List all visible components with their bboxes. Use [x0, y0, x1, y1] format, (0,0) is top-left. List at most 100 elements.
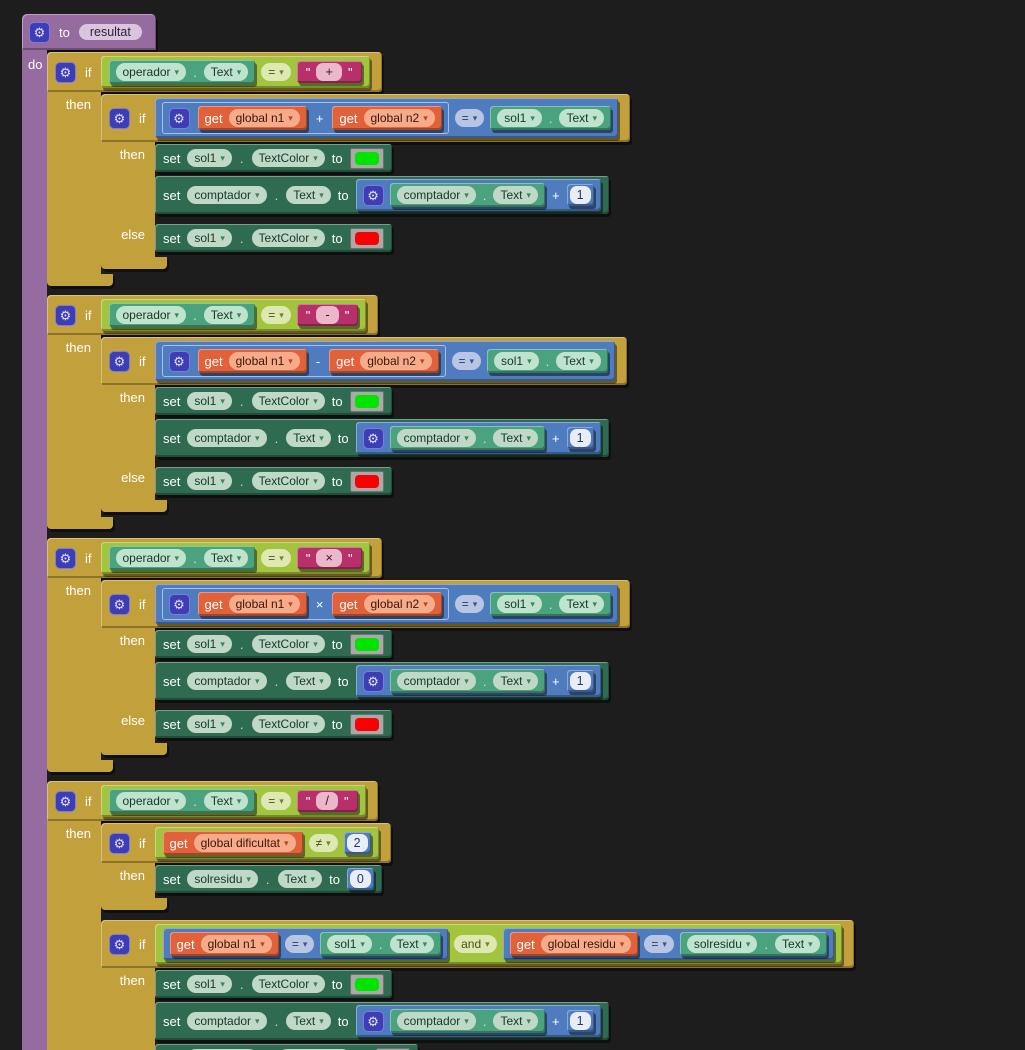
property-dropdown[interactable]: Text: [390, 935, 435, 953]
blocks-canvas[interactable]: ⚙ to resultat do ⚙ if operador . Te: [0, 0, 1025, 1050]
component-dropdown[interactable]: comptador: [187, 429, 266, 447]
component-property-block[interactable]: sol1 . Text: [490, 592, 611, 616]
compare-operator-dropdown[interactable]: =: [455, 595, 485, 613]
text-value-field[interactable]: ×: [316, 549, 342, 567]
property-dropdown[interactable]: Text: [278, 870, 323, 888]
component-dropdown[interactable]: comptador: [397, 186, 476, 204]
color-block-red[interactable]: [350, 714, 384, 735]
set-property-block[interactable]: set sol1 . TextColor to: [155, 224, 392, 252]
color-block-red[interactable]: [350, 228, 384, 249]
property-dropdown[interactable]: TextColor: [252, 975, 325, 993]
gear-icon[interactable]: ⚙: [169, 351, 190, 372]
math-compare-block[interactable]: get global residu = solresidu . Text: [503, 928, 834, 960]
if-block-minus[interactable]: ⚙ if operador . Text = " -: [47, 295, 627, 529]
color-block-green[interactable]: [350, 391, 384, 412]
set-property-block[interactable]: set sol1 . TextColor to: [155, 467, 392, 495]
property-dropdown[interactable]: TextColor: [252, 229, 325, 247]
variable-dropdown[interactable]: global n2: [364, 595, 435, 613]
property-dropdown[interactable]: Text: [204, 549, 249, 567]
gear-icon[interactable]: ⚙: [55, 548, 76, 569]
property-dropdown[interactable]: TextColor: [252, 392, 325, 410]
gear-icon[interactable]: ⚙: [109, 351, 130, 372]
compare-operator-dropdown[interactable]: =: [285, 935, 315, 953]
variable-dropdown[interactable]: global n1: [229, 109, 300, 127]
if-header[interactable]: ⚙ if ⚙ get global n1: [101, 580, 630, 628]
compare-operator-dropdown[interactable]: =: [261, 792, 291, 810]
math-compare-block[interactable]: ⚙ get global n1 + get: [155, 98, 619, 138]
number-field[interactable]: 1: [570, 186, 591, 204]
if-header[interactable]: ⚙ if operador . Text = " -: [47, 295, 378, 335]
property-dropdown[interactable]: Text: [556, 352, 601, 370]
component-dropdown[interactable]: sol1: [187, 149, 232, 167]
text-string-block[interactable]: " / ": [297, 790, 358, 812]
inner-if-and[interactable]: ⚙ if get global n1 =: [101, 920, 854, 1050]
number-block[interactable]: 1: [567, 427, 594, 449]
compare-operator-dropdown[interactable]: =: [261, 63, 291, 81]
set-property-block[interactable]: set sol1 . TextColor to: [155, 144, 392, 172]
number-field[interactable]: 1: [570, 672, 591, 690]
get-variable-block[interactable]: get global n1: [198, 592, 307, 616]
gear-icon[interactable]: ⚙: [363, 671, 384, 692]
component-property-block[interactable]: sol1 . Text: [320, 932, 441, 956]
component-dropdown[interactable]: sol1: [494, 352, 539, 370]
text-value-field[interactable]: +: [316, 63, 342, 81]
compare-operator-dropdown[interactable]: =: [455, 109, 485, 127]
get-variable-block[interactable]: get global dificultat: [163, 831, 303, 855]
inner-if-block[interactable]: ⚙ if ⚙ get global n1: [101, 580, 630, 755]
gear-icon[interactable]: ⚙: [109, 108, 130, 129]
variable-dropdown[interactable]: global n1: [229, 352, 300, 370]
color-block-green[interactable]: [350, 974, 384, 995]
set-property-block[interactable]: set comptador . Text to ⚙: [155, 419, 609, 457]
inner-if-dificultat[interactable]: ⚙ if get global dificultat ≠ 2: [101, 823, 391, 910]
math-compare-block[interactable]: ⚙ get global n1 - get: [155, 341, 615, 381]
property-dropdown[interactable]: Text: [493, 429, 538, 447]
logic-compare-block[interactable]: operador . Text = " / ": [101, 785, 366, 817]
if-header[interactable]: ⚙ if operador . Text = " /: [47, 781, 378, 821]
variable-dropdown[interactable]: global n2: [360, 352, 431, 370]
component-dropdown[interactable]: comptador: [187, 186, 266, 204]
number-block[interactable]: 2: [344, 832, 371, 854]
text-string-block[interactable]: " + ": [297, 61, 362, 83]
gear-icon[interactable]: ⚙: [55, 791, 76, 812]
set-property-block[interactable]: set comptador . Text to ⚙: [155, 662, 609, 700]
procedure-block-resultat[interactable]: ⚙ to resultat do ⚙ if operador . Te: [22, 14, 854, 1050]
component-dropdown[interactable]: operador: [116, 549, 187, 567]
component-dropdown[interactable]: sol1: [497, 595, 542, 613]
number-field[interactable]: 2: [347, 834, 368, 852]
set-property-block[interactable]: set comptador . Text to ⚙: [155, 1002, 609, 1040]
component-property-block[interactable]: sol1 . Text: [490, 106, 611, 130]
component-dropdown[interactable]: sol1: [187, 472, 232, 490]
component-dropdown[interactable]: comptador: [397, 1012, 476, 1030]
if-header[interactable]: ⚙ if operador . Text = " +: [47, 52, 382, 92]
color-block-red[interactable]: [350, 471, 384, 492]
number-field[interactable]: 1: [570, 429, 591, 447]
property-dropdown[interactable]: Text: [286, 672, 331, 690]
and-dropdown[interactable]: and: [454, 935, 497, 953]
math-compare-block[interactable]: ⚙ get global n1 × get: [155, 584, 619, 624]
component-property-block[interactable]: comptador . Text: [390, 426, 545, 450]
if-header[interactable]: ⚙ if get global n1 =: [101, 920, 854, 968]
component-dropdown[interactable]: solresidu: [687, 935, 758, 953]
component-dropdown[interactable]: operador: [116, 63, 187, 81]
property-dropdown[interactable]: TextColor: [252, 715, 325, 733]
property-dropdown[interactable]: Text: [286, 1012, 331, 1030]
text-string-block[interactable]: " - ": [297, 304, 359, 326]
set-property-block[interactable]: set sol1 . TextColor to: [155, 387, 392, 415]
if-block-plus[interactable]: ⚙ if operador . Text = " +: [47, 52, 630, 286]
component-dropdown[interactable]: sol1: [327, 935, 372, 953]
math-add-block[interactable]: ⚙ comptador . Text + 1: [356, 179, 601, 211]
number-field[interactable]: 1: [570, 1012, 591, 1030]
gear-icon[interactable]: ⚙: [55, 305, 76, 326]
text-value-field[interactable]: -: [316, 306, 338, 324]
color-block-green[interactable]: [350, 634, 384, 655]
set-property-block[interactable]: set sol1 . TextColor to: [155, 630, 392, 658]
set-property-block[interactable]: set comptador . Text to ⚙: [155, 176, 609, 214]
math-multiply-block[interactable]: ⚙ get global n1 × get: [162, 588, 449, 620]
variable-dropdown[interactable]: global n1: [201, 935, 272, 953]
variable-dropdown[interactable]: global dificultat: [194, 834, 296, 852]
component-dropdown[interactable]: sol1: [187, 229, 232, 247]
component-property-block[interactable]: sol1 . Text: [487, 349, 608, 373]
number-field[interactable]: 0: [350, 870, 371, 888]
number-block[interactable]: 1: [567, 184, 594, 206]
logic-compare-block[interactable]: operador . Text = " - ": [101, 299, 367, 331]
